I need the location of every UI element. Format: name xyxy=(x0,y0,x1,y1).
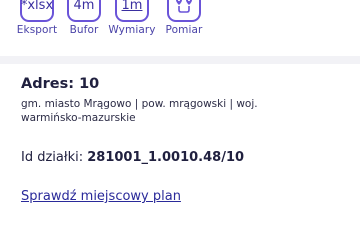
section-divider xyxy=(0,56,360,64)
parcel-id-value: 281001_1.0010.48/10 xyxy=(87,150,245,165)
toolbar: *xlsx Eksport 4m Bufor 1m Wymiary Pomiar xyxy=(0,0,360,48)
check-local-plan-link[interactable]: Sprawdź miejscowy plan xyxy=(21,189,181,204)
pins-svg xyxy=(176,0,192,13)
buffer-button[interactable]: 4m Bufor xyxy=(60,0,108,36)
parcel-id: Id działki: 281001_1.0010.48/10 xyxy=(21,150,244,165)
export-button[interactable]: *xlsx Eksport xyxy=(13,0,61,36)
dimensions-label: Wymiary xyxy=(108,24,156,36)
buffer-label: Bufor xyxy=(69,24,99,36)
export-label: Eksport xyxy=(16,24,58,36)
measure-pins-icon xyxy=(167,0,201,22)
measure-label: Pomiar xyxy=(165,24,203,36)
dimensions-icon-text: 1m xyxy=(121,0,143,13)
export-xlsx-icon: *xlsx xyxy=(20,0,54,22)
buffer-icon: 4m xyxy=(67,0,101,22)
buffer-icon-text: 4m xyxy=(73,0,95,13)
export-icon-text: *xlsx xyxy=(20,0,54,13)
measure-button[interactable]: Pomiar xyxy=(160,0,208,36)
address-location: gm. miasto Mrągowo | pow. mrągowski | wo… xyxy=(21,98,258,124)
dimensions-icon: 1m xyxy=(115,0,149,22)
address-title: Adres: 10 xyxy=(21,76,100,92)
parcel-id-label: Id działki: xyxy=(21,150,84,165)
dimensions-button[interactable]: 1m Wymiary xyxy=(108,0,156,36)
